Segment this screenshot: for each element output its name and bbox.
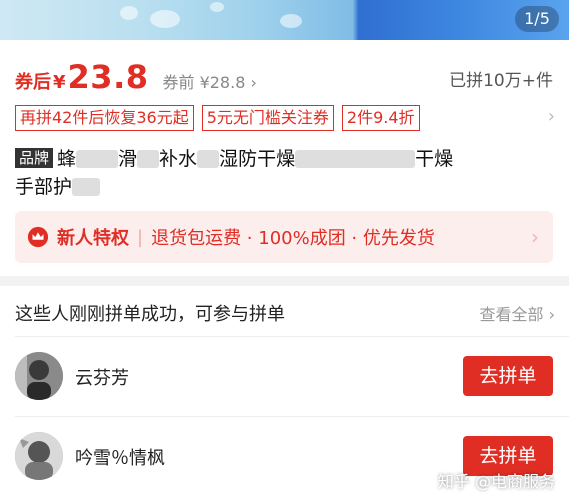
price-value: 23.8 — [67, 58, 149, 96]
coupon-tags[interactable]: 再拼42件后恢复36元起 5元无门槛关注券 2件9.4折 — [15, 105, 428, 131]
join-group-button[interactable]: 去拼单 — [463, 356, 553, 396]
water-drop — [120, 6, 138, 20]
view-all-link[interactable]: 查看全部 › — [479, 301, 555, 325]
chevron-right-icon: › — [548, 305, 555, 324]
watermark: 知乎 @电商服务 — [437, 472, 555, 491]
blurred-text — [295, 150, 416, 168]
price-label: 券后 — [15, 72, 51, 93]
product-image-carousel[interactable]: 1/5 — [0, 0, 569, 40]
currency-symbol: ¥ — [53, 72, 66, 93]
promo-separator: | — [137, 226, 144, 248]
user-name: 云芬芳 — [75, 368, 129, 389]
divider — [15, 416, 569, 417]
product-title: 品牌蜂滑补水 湿防干燥 干燥 手部护 — [15, 148, 454, 198]
water-drop — [150, 10, 180, 28]
new-user-promo-bar[interactable]: 新人特权 | 退货包运费 · 100%成团 · 优先发货 › — [15, 211, 553, 263]
divider — [15, 336, 569, 337]
crown-icon — [27, 226, 49, 248]
blurred-text — [197, 150, 220, 168]
water-drop — [210, 2, 224, 12]
group-heading: 这些人刚刚拼单成功，可参与拼单 — [15, 304, 285, 325]
blurred-text — [72, 178, 101, 196]
product-info-card: 券后 ¥ 23.8 券前 ¥28.8 › 已拼10万+件 再拼42件后恢复36元… — [0, 40, 569, 276]
blurred-text — [137, 150, 160, 168]
chevron-right-icon[interactable]: › — [548, 106, 555, 127]
promo-text: 退货包运费 · 100%成团 · 优先发货 — [151, 228, 435, 249]
group-user-row: 云芬芳 去拼单 — [0, 338, 569, 416]
chevron-right-icon: › — [531, 225, 539, 249]
chevron-right-icon: › — [250, 73, 257, 92]
promo-title: 新人特权 — [57, 228, 129, 249]
original-price[interactable]: 券前 ¥28.8 › — [162, 69, 256, 93]
avatar — [15, 352, 63, 400]
coupon-tag[interactable]: 再拼42件后恢复36元起 — [15, 105, 194, 131]
avatar — [15, 432, 63, 480]
coupon-tag[interactable]: 2件9.4折 — [341, 105, 420, 131]
user-name: 吟雪％情枫 — [75, 448, 165, 469]
blurred-text — [76, 150, 119, 168]
brand-badge: 品牌 — [15, 148, 54, 168]
sold-count: 已拼10万+件 — [449, 71, 553, 91]
coupon-tag[interactable]: 5元无门槛关注券 — [201, 105, 334, 131]
water-drop — [280, 14, 302, 28]
price-row: 券后 ¥ 23.8 券前 ¥28.8 › — [15, 58, 257, 96]
image-pager: 1/5 — [515, 6, 559, 32]
